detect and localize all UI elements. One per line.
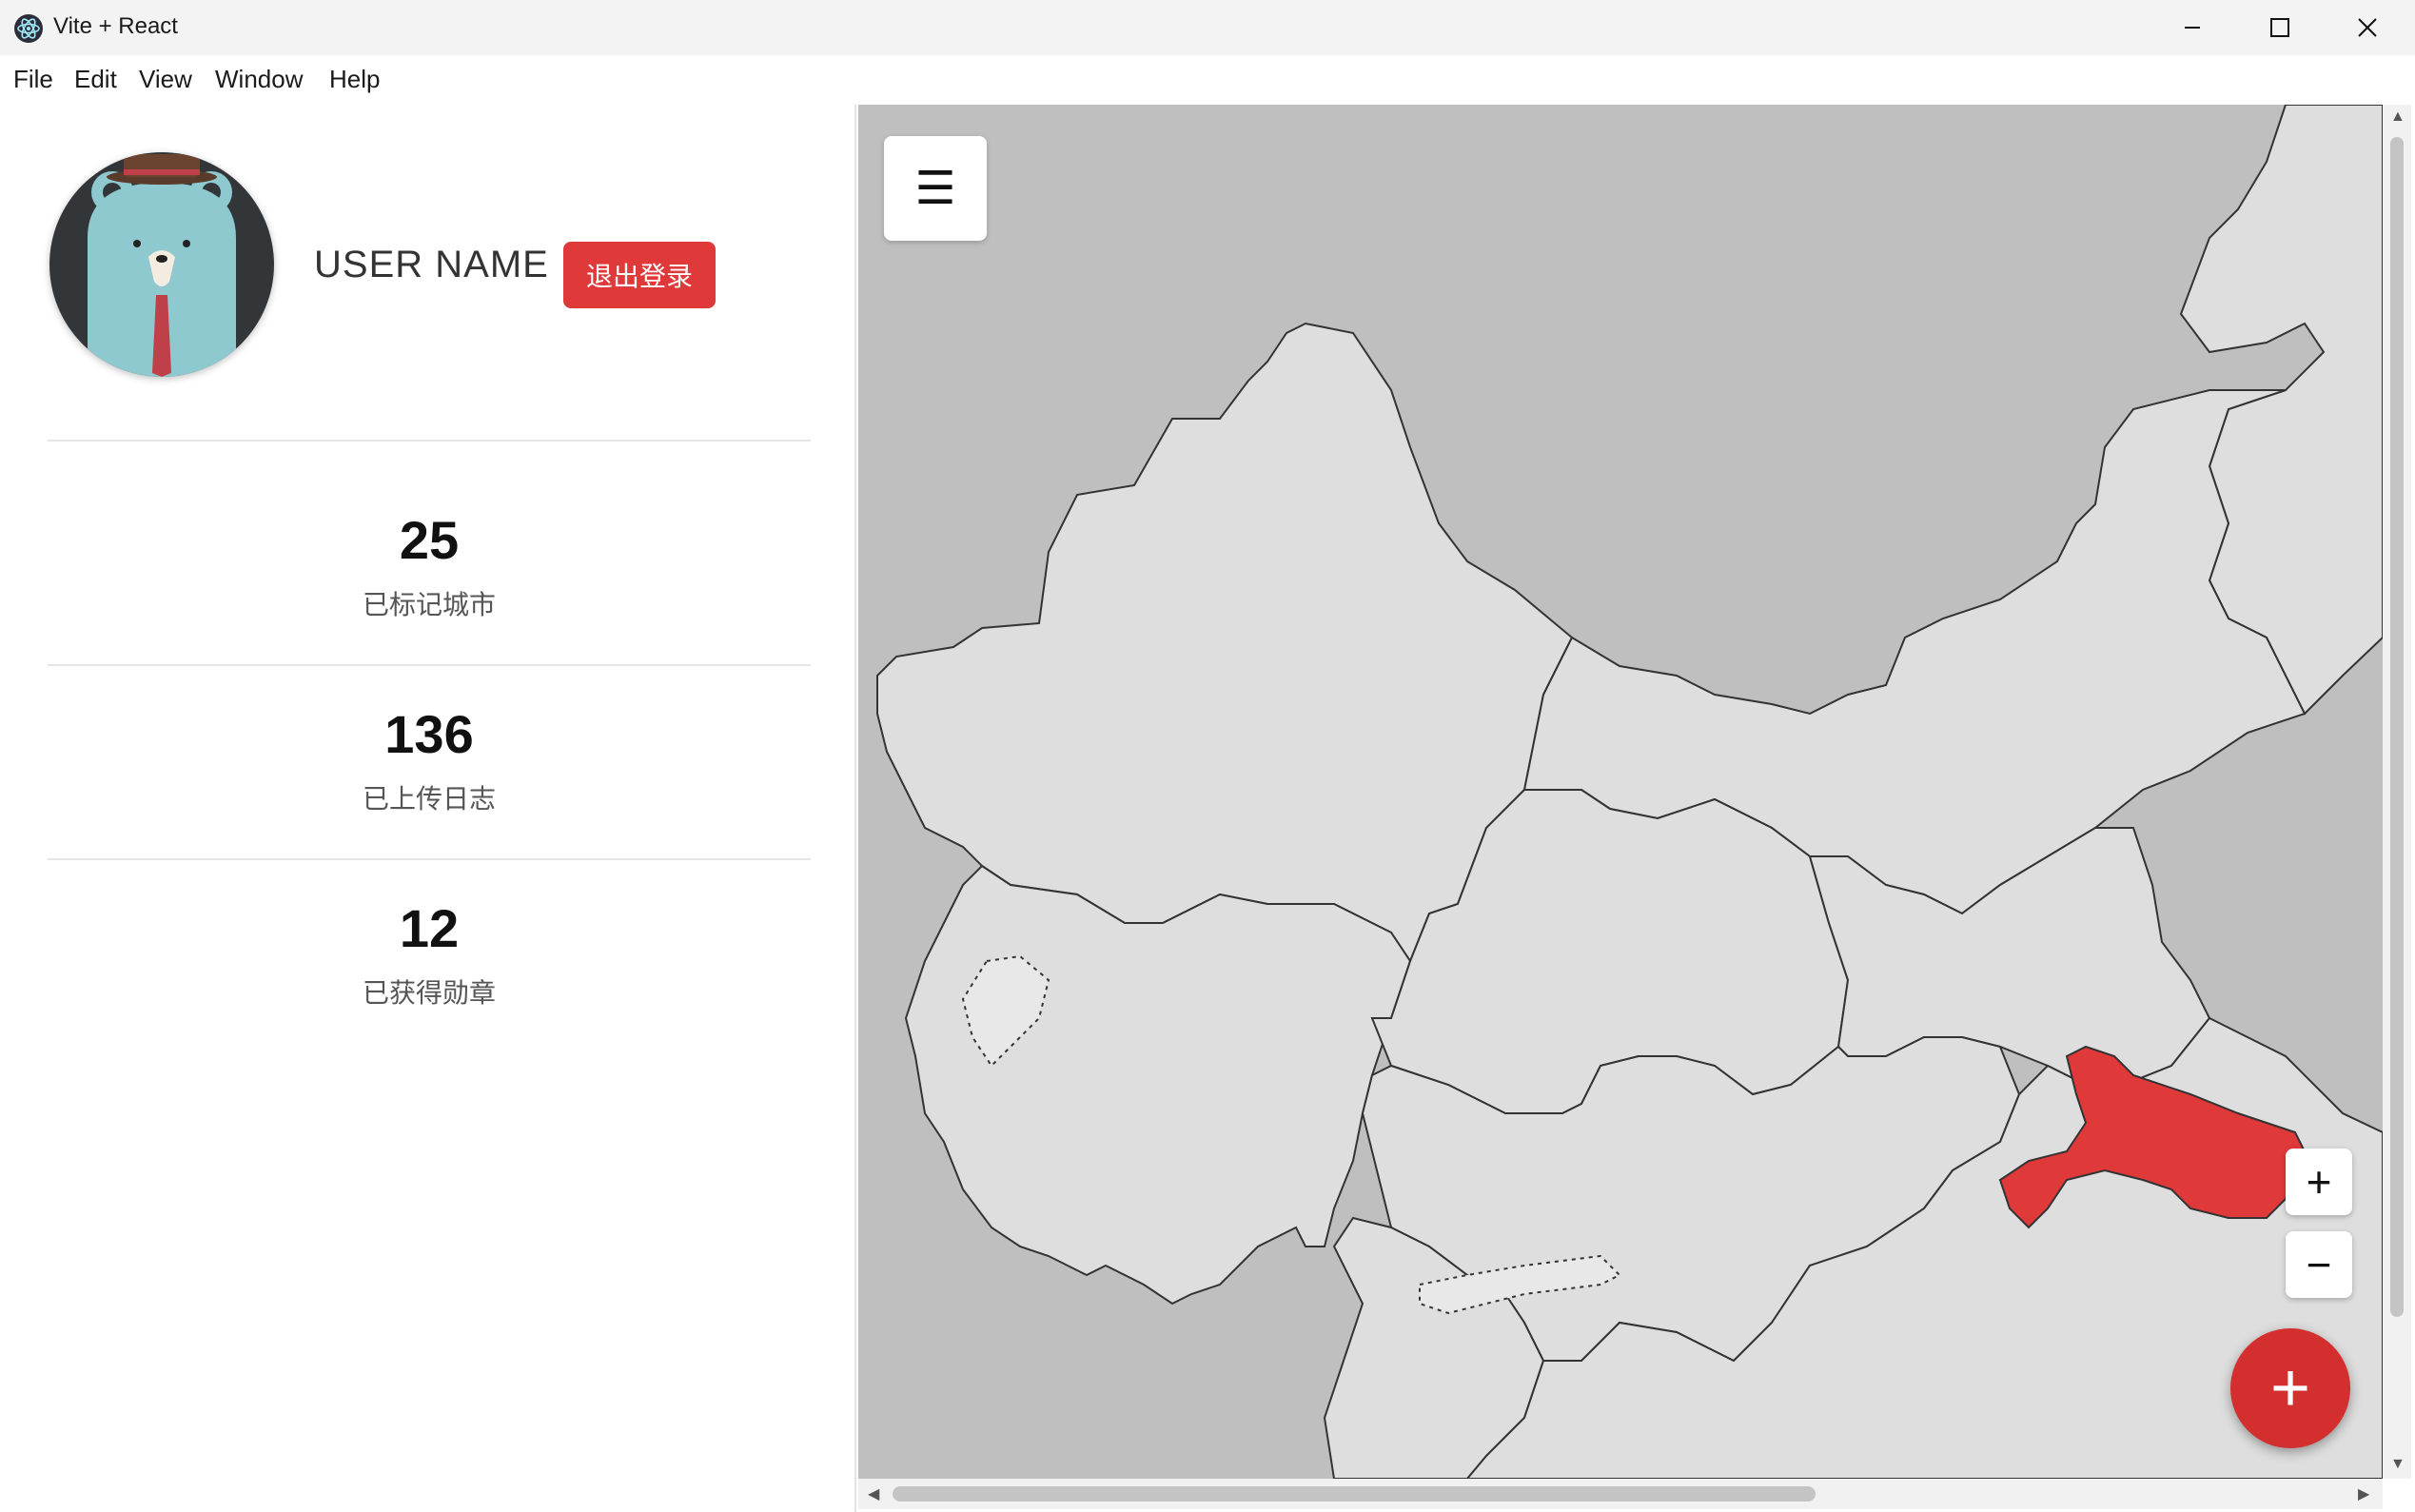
window-title: Vite + React (53, 13, 178, 39)
stat-label: 已上传日志 (362, 784, 496, 814)
vertical-scroll-thumb[interactable] (2390, 137, 2404, 1317)
scroll-down-icon[interactable]: ▼ (2390, 1456, 2405, 1473)
maximize-icon (2270, 18, 2289, 37)
scroll-left-icon[interactable]: ◀ (868, 1484, 879, 1503)
stat-value: 12 (399, 898, 460, 958)
stat-label: 已获得勋章 (362, 978, 496, 1008)
scroll-right-icon[interactable]: ▶ (2358, 1484, 2369, 1503)
minus-icon: − (2306, 1240, 2332, 1289)
add-entry-button[interactable]: + (2230, 1328, 2350, 1448)
stat-value: 136 (384, 704, 474, 764)
horizontal-scroll-thumb[interactable] (893, 1486, 1816, 1502)
stat-uploaded-logs: 136 已上传日志 (48, 706, 811, 816)
menu-view[interactable]: View (139, 65, 192, 94)
minimize-button[interactable] (2149, 0, 2236, 55)
map-menu-button[interactable]: ☰ (884, 136, 987, 241)
hamburger-icon: ☰ (914, 164, 956, 214)
user-name: USER NAME (314, 244, 549, 285)
scroll-up-icon[interactable]: ▲ (2390, 108, 2405, 126)
bear-avatar-icon (49, 152, 274, 377)
add-icon: + (2269, 1350, 2311, 1426)
menu-help[interactable]: Help (329, 65, 380, 94)
divider (48, 440, 811, 442)
stat-label: 已标记城市 (362, 590, 496, 619)
divider (48, 664, 811, 666)
close-button[interactable] (2324, 0, 2411, 55)
avatar (49, 152, 274, 377)
menu-window[interactable]: Window (215, 65, 303, 94)
minimize-icon (2185, 27, 2200, 29)
menu-edit[interactable]: Edit (74, 65, 117, 94)
close-icon (2358, 18, 2377, 37)
electron-app-icon (14, 14, 43, 43)
plus-icon: + (2306, 1157, 2332, 1207)
zoom-out-button[interactable]: − (2286, 1231, 2352, 1298)
stat-marked-cities: 25 已标记城市 (48, 512, 811, 622)
map-view[interactable]: ☰ + − + (858, 105, 2383, 1479)
logout-button[interactable]: 退出登录 (563, 242, 716, 308)
stat-value: 25 (399, 510, 460, 570)
maximize-button[interactable] (2236, 0, 2324, 55)
stat-badges: 12 已获得勋章 (48, 900, 811, 1011)
profile-sidebar: USER NAME 退出登录 25 已标记城市 136 已上传日志 12 已获得… (0, 105, 856, 1512)
china-province-map[interactable] (858, 105, 2383, 1479)
divider (48, 858, 811, 860)
title-bar: Vite + React (0, 0, 2415, 55)
zoom-in-button[interactable]: + (2286, 1149, 2352, 1215)
menu-bar: File Edit View Window Help (0, 55, 2415, 105)
menu-file[interactable]: File (13, 65, 53, 94)
horizontal-scrollbar[interactable]: ◀ ▶ (858, 1479, 2383, 1509)
vertical-scrollbar[interactable]: ▲ ▼ (2383, 105, 2411, 1479)
